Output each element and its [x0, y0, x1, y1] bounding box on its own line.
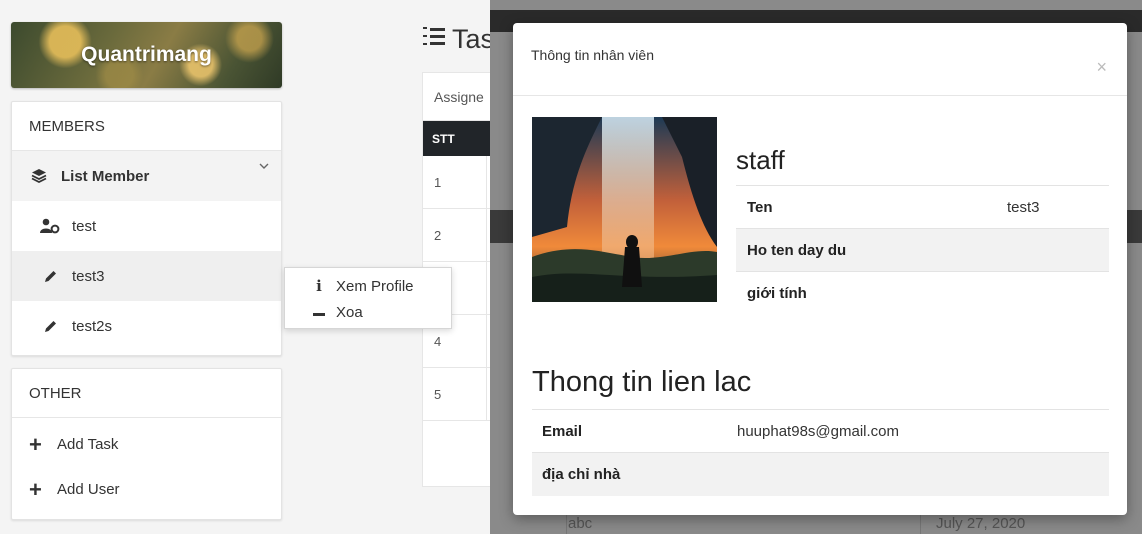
table-row: Ho ten day du: [736, 228, 1109, 272]
member-item-test3[interactable]: test3: [12, 251, 281, 301]
detail-value: [996, 271, 1109, 315]
contact-value: huuphat98s@gmail.com: [727, 409, 1109, 453]
brand-title: Quantrimang: [81, 43, 212, 66]
table-row: địa chỉ nhà: [532, 452, 1109, 496]
profile-details-table: Ten test3 Ho ten day du giới tính: [736, 185, 1109, 315]
detail-key: Ho ten day du: [736, 228, 996, 272]
member-item-label: test2s: [72, 317, 113, 335]
info-icon: i: [316, 277, 322, 295]
table-row: Ten test3: [736, 185, 1109, 229]
menu-item-label: Xem Profile: [336, 277, 414, 295]
menu-item-view-profile[interactable]: i Xem Profile: [285, 273, 451, 299]
table-row: giới tính: [736, 271, 1109, 315]
staff-role: staff: [736, 145, 785, 175]
member-item-label: test: [72, 217, 97, 235]
minus-icon: [312, 304, 326, 321]
pencil-icon: [40, 319, 60, 334]
detail-key: giới tính: [736, 271, 996, 315]
detail-value: test3: [996, 185, 1109, 229]
layers-icon: [29, 168, 49, 184]
employee-info-modal: Thông tin nhân viên × staff Ten test3 Ho…: [513, 23, 1127, 515]
menu-item-delete[interactable]: Xoa: [285, 299, 451, 325]
contact-value: [727, 452, 1109, 496]
other-panel: OTHER + Add Task + Add User: [11, 368, 282, 520]
contact-section-title: Thong tin lien lac: [532, 366, 752, 398]
contact-key: địa chỉ nhà: [532, 452, 727, 496]
list-member-label: List Member: [61, 167, 150, 185]
modal-title: Thông tin nhân viên: [531, 47, 654, 63]
detail-value: [996, 228, 1109, 272]
backdrop-date: July 27, 2020: [936, 515, 1026, 532]
list-member-toggle[interactable]: List Member: [12, 151, 281, 201]
pencil-icon: [40, 269, 60, 284]
add-user-label: Add User: [57, 481, 120, 498]
list-ol-icon: [422, 24, 446, 55]
member-item-label: test3: [72, 267, 105, 285]
close-icon[interactable]: ×: [1096, 58, 1107, 76]
add-task-button[interactable]: + Add Task: [12, 422, 281, 467]
member-item-test[interactable]: test: [12, 201, 281, 251]
page-title: Tas: [422, 24, 494, 55]
plus-icon: +: [29, 476, 42, 502]
plus-icon: +: [29, 431, 42, 457]
members-heading: MEMBERS: [12, 102, 281, 151]
modal-header: Thông tin nhân viên ×: [513, 23, 1127, 96]
page-title-text: Tas: [452, 24, 495, 54]
table-row: Email huuphat98s@gmail.com: [532, 409, 1109, 453]
brand-banner[interactable]: Quantrimang: [11, 22, 282, 88]
add-task-label: Add Task: [57, 436, 119, 453]
backdrop-cell: abc: [568, 515, 593, 532]
other-heading: OTHER: [12, 369, 281, 418]
user-cog-icon: [40, 218, 60, 234]
members-panel: MEMBERS List Member test test3 test2s: [11, 101, 282, 356]
contact-key: Email: [532, 409, 727, 453]
context-menu: i Xem Profile Xoa: [284, 267, 452, 329]
contact-details-table: Email huuphat98s@gmail.com địa chỉ nhà: [532, 409, 1109, 496]
add-user-button[interactable]: + Add User: [12, 467, 281, 512]
member-item-test2s[interactable]: test2s: [12, 301, 281, 351]
avatar: [532, 117, 717, 302]
detail-key: Ten: [736, 185, 996, 229]
menu-item-label: Xoa: [336, 303, 363, 321]
chevron-down-icon: [259, 161, 269, 173]
